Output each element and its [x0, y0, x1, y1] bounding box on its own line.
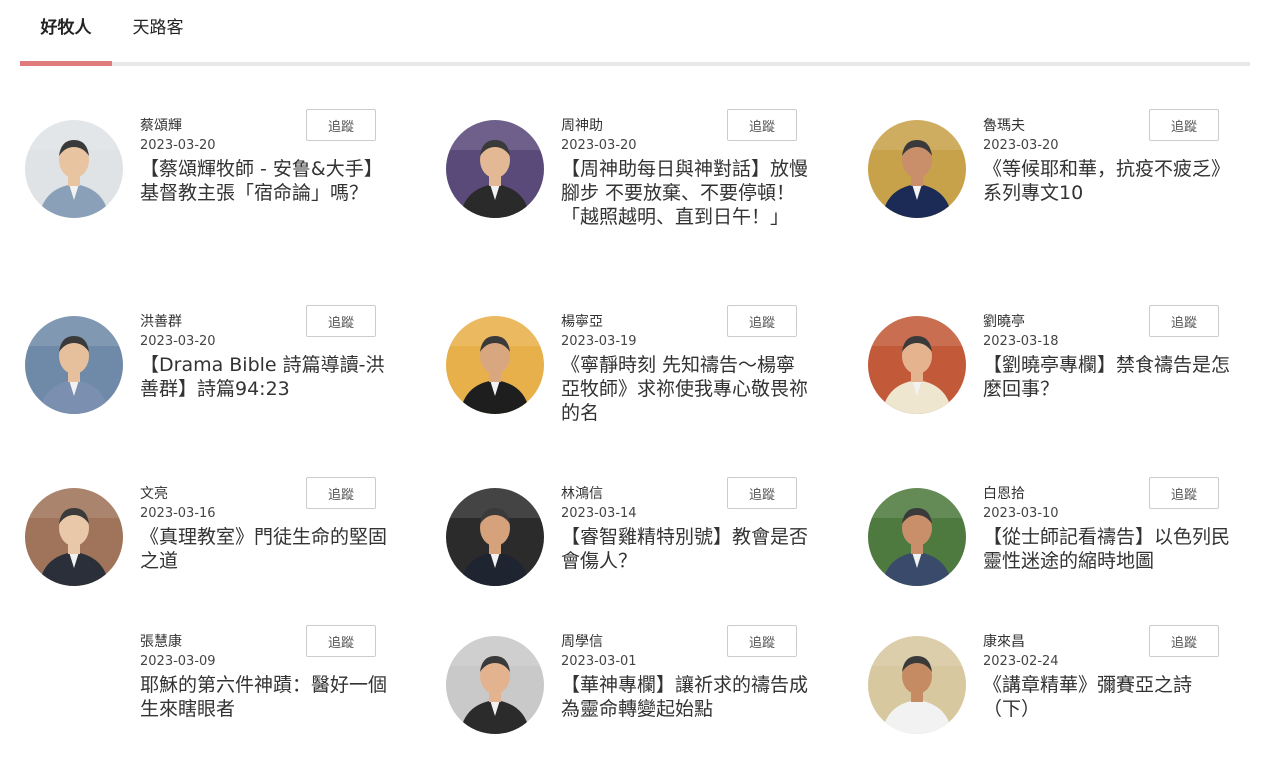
- article-title[interactable]: 【華神專欄】讓祈求的禱告成為靈命轉變起始點: [561, 673, 811, 721]
- article-title[interactable]: 【周神助每日與神對話】放慢腳步 不要放棄、不要停頓！「越照越明、直到日午！」: [561, 157, 811, 229]
- follow-button[interactable]: 追蹤: [727, 305, 797, 337]
- follow-button[interactable]: 追蹤: [727, 477, 797, 509]
- article-title[interactable]: 耶穌的第六件神蹟：醫好一個生來瞎眼者: [140, 673, 390, 721]
- article-card: 張慧康 追蹤 2023-03-09 耶穌的第六件神蹟：醫好一個生來瞎眼者: [20, 625, 420, 781]
- author-name[interactable]: 白恩拾: [983, 483, 1025, 503]
- article-card: 文亮 追蹤 2023-03-16 《真理教室》門徒生命的堅固之道: [20, 477, 420, 633]
- follow-button[interactable]: 追蹤: [1149, 305, 1219, 337]
- article-title[interactable]: 《寧靜時刻 先知禱告～楊寧亞牧師》求祢使我專心敬畏祢的名: [561, 353, 811, 425]
- follow-button[interactable]: 追蹤: [306, 109, 376, 141]
- article-card: 楊寧亞 追蹤 2023-03-19 《寧靜時刻 先知禱告～楊寧亞牧師》求祢使我專心敬畏…: [441, 305, 841, 461]
- author-avatar[interactable]: [868, 636, 966, 734]
- author-name[interactable]: 洪善群: [140, 311, 182, 331]
- post-date: 2023-03-16: [140, 506, 216, 521]
- author-name[interactable]: 周神助: [561, 115, 603, 135]
- author-avatar[interactable]: [25, 316, 123, 414]
- article-card: 林鴻信 追蹤 2023-03-14 【睿智雞精特別號】教會是否會傷人？: [441, 477, 841, 633]
- author-name[interactable]: 文亮: [140, 483, 168, 503]
- article-card: 洪善群 追蹤 2023-03-20 【Drama Bible 詩篇導讀-洪善群】詩篇9…: [20, 305, 420, 461]
- article-card: 康來昌 追蹤 2023-02-24 《講章精華》彌賽亞之詩（下）: [863, 625, 1263, 781]
- tab-bar: 好牧人 天路客: [20, 0, 1250, 66]
- follow-button[interactable]: 追蹤: [1149, 109, 1219, 141]
- article-card: 白恩拾 追蹤 2023-03-10 【從士師記看禱告】以色列民靈性迷途的縮時地圖: [863, 477, 1263, 633]
- author-avatar[interactable]: [868, 316, 966, 414]
- follow-button[interactable]: 追蹤: [306, 625, 376, 657]
- article-title[interactable]: 【從士師記看禱告】以色列民靈性迷途的縮時地圖: [983, 525, 1233, 573]
- post-date: 2023-03-14: [561, 506, 637, 521]
- article-card: 魯瑪夫 追蹤 2023-03-20 《等候耶和華，抗疫不疲乏》系列專文10: [863, 109, 1263, 265]
- follow-button[interactable]: 追蹤: [727, 625, 797, 657]
- author-avatar[interactable]: [446, 120, 544, 218]
- article-title[interactable]: 【睿智雞精特別號】教會是否會傷人？: [561, 525, 811, 573]
- follow-button[interactable]: 追蹤: [727, 109, 797, 141]
- tab-pilgrim[interactable]: 天路客: [120, 0, 196, 62]
- author-name[interactable]: 林鴻信: [561, 483, 603, 503]
- author-name[interactable]: 康來昌: [983, 631, 1025, 651]
- author-name[interactable]: 張慧康: [140, 631, 182, 651]
- article-title[interactable]: 《等候耶和華，抗疫不疲乏》系列專文10: [983, 157, 1233, 205]
- author-avatar[interactable]: [868, 488, 966, 586]
- article-card: 劉曉亭 追蹤 2023-03-18 【劉曉亭專欄】禁食禱告是怎麼回事？: [863, 305, 1263, 461]
- author-avatar[interactable]: [446, 488, 544, 586]
- follow-button[interactable]: 追蹤: [1149, 625, 1219, 657]
- article-title[interactable]: 《真理教室》門徒生命的堅固之道: [140, 525, 390, 573]
- article-title[interactable]: 【Drama Bible 詩篇導讀-洪善群】詩篇94:23: [140, 353, 390, 401]
- post-date: 2023-03-19: [561, 334, 637, 349]
- post-date: 2023-02-24: [983, 654, 1059, 669]
- article-card: 周學信 追蹤 2023-03-01 【華神專欄】讓祈求的禱告成為靈命轉變起始點: [441, 625, 841, 781]
- author-name[interactable]: 蔡頌輝: [140, 115, 182, 135]
- author-avatar[interactable]: [25, 120, 123, 218]
- follow-button[interactable]: 追蹤: [1149, 477, 1219, 509]
- author-name[interactable]: 楊寧亞: [561, 311, 603, 331]
- author-avatar[interactable]: [446, 316, 544, 414]
- author-name[interactable]: 魯瑪夫: [983, 115, 1025, 135]
- author-name[interactable]: 劉曉亭: [983, 311, 1025, 331]
- post-date: 2023-03-20: [140, 138, 216, 153]
- article-title[interactable]: 【劉曉亭專欄】禁食禱告是怎麼回事？: [983, 353, 1233, 401]
- author-name[interactable]: 周學信: [561, 631, 603, 651]
- post-date: 2023-03-18: [983, 334, 1059, 349]
- article-card: 蔡頌輝 追蹤 2023-03-20 【蔡頌輝牧師 - 安鲁&大手】基督教主張「宿命論」…: [20, 109, 420, 265]
- article-card: 周神助 追蹤 2023-03-20 【周神助每日與神對話】放慢腳步 不要放棄、不要停頓…: [441, 109, 841, 265]
- post-date: 2023-03-20: [561, 138, 637, 153]
- tab-good-shepherd[interactable]: 好牧人: [20, 0, 112, 66]
- post-date: 2023-03-20: [140, 334, 216, 349]
- author-avatar[interactable]: [446, 636, 544, 734]
- article-title[interactable]: 《講章精華》彌賽亞之詩（下）: [983, 673, 1233, 721]
- author-avatar[interactable]: [868, 120, 966, 218]
- article-title[interactable]: 【蔡頌輝牧師 - 安鲁&大手】基督教主張「宿命論」嗎？: [140, 157, 390, 205]
- post-date: 2023-03-20: [983, 138, 1059, 153]
- post-date: 2023-03-09: [140, 654, 216, 669]
- follow-button[interactable]: 追蹤: [306, 305, 376, 337]
- post-date: 2023-03-10: [983, 506, 1059, 521]
- follow-button[interactable]: 追蹤: [306, 477, 376, 509]
- author-avatar[interactable]: [25, 488, 123, 586]
- post-date: 2023-03-01: [561, 654, 637, 669]
